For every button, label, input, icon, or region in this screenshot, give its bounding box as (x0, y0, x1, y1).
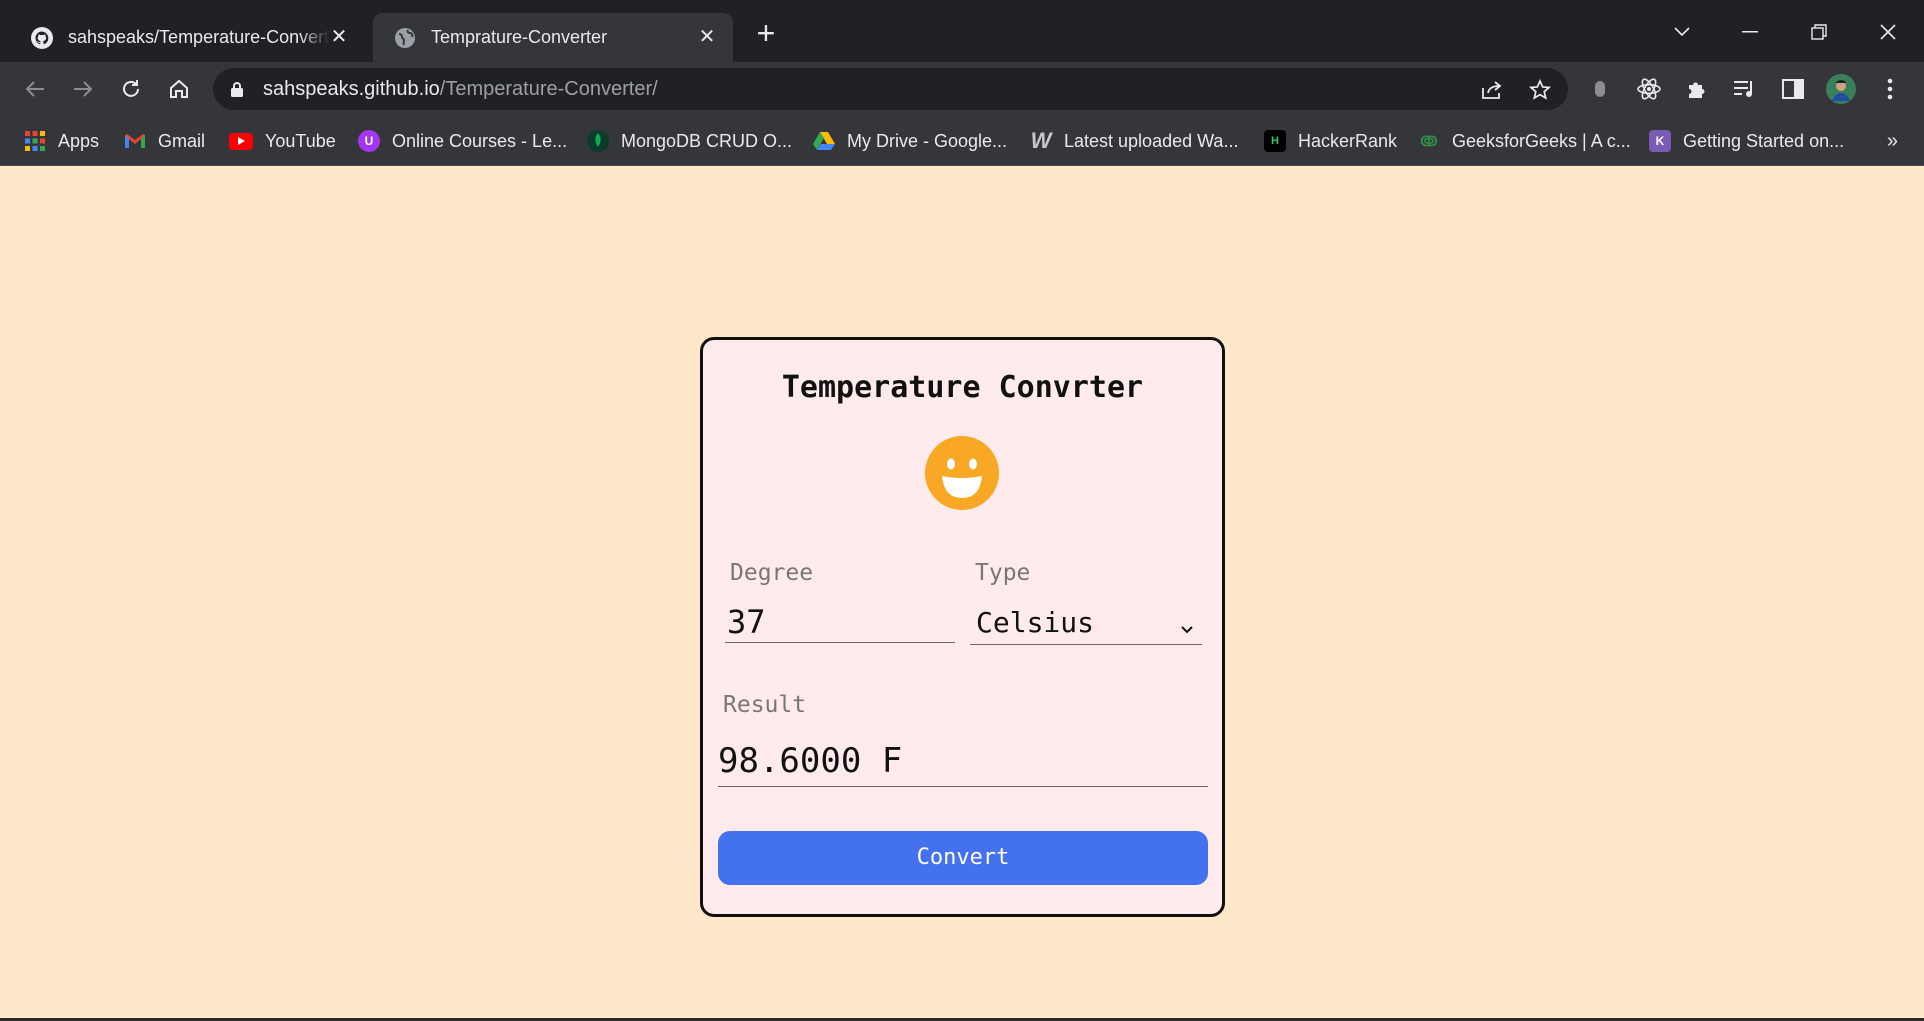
bookmark-label: My Drive - Google... (847, 130, 1008, 151)
media-controls-icon[interactable] (1730, 74, 1760, 104)
github-icon (30, 26, 54, 50)
minimize-button[interactable] (1730, 14, 1770, 50)
new-tab-button[interactable]: + (752, 17, 780, 49)
close-window-button[interactable] (1868, 14, 1908, 50)
smiling-face-icon (925, 436, 999, 514)
bookmark-apps[interactable]: Apps (24, 126, 99, 156)
browser-titlebar: sahspeaks/Temperature-Converter ✕ Tempra… (0, 0, 1924, 62)
browser-toolbar: sahspeaks.github.io/Temperature-Converte… (0, 62, 1924, 116)
tab-search-icon[interactable] (1662, 14, 1702, 50)
avatar[interactable] (1826, 74, 1856, 104)
bookmark-youtube[interactable]: YouTube (229, 126, 336, 156)
bookmark-label: Online Courses - Le... (392, 130, 568, 151)
tab-github-repo[interactable]: sahspeaks/Temperature-Converter ✕ (10, 13, 365, 62)
globe-icon (393, 26, 417, 50)
bookmark-label: MongoDB CRUD O... (621, 130, 793, 151)
bookmark-star-icon[interactable] (1528, 78, 1552, 102)
gmail-icon (124, 130, 146, 152)
google-drive-icon (813, 130, 835, 152)
lock-icon[interactable] (230, 81, 244, 102)
extension-icon[interactable] (1585, 74, 1615, 104)
bookmark-label: Apps (58, 130, 100, 151)
bookmark-label: HackerRank (1298, 130, 1398, 151)
result-field: 98.6000 F (718, 735, 1208, 787)
bookmark-label: Getting Started on... (1683, 130, 1845, 151)
apps-grid-icon (24, 130, 46, 152)
url-text[interactable]: sahspeaks.github.io/Temperature-Converte… (263, 78, 658, 101)
bookmark-getting-started[interactable]: K Getting Started on... (1649, 126, 1844, 156)
degree-label: Degree (730, 560, 814, 586)
reload-button[interactable] (116, 74, 146, 104)
browser-menu-icon[interactable] (1875, 74, 1905, 104)
tab-title: Temprature-Converter (431, 27, 608, 47)
home-button[interactable] (164, 74, 194, 104)
react-devtools-icon[interactable] (1634, 74, 1664, 104)
bookmark-label: YouTube (265, 130, 336, 151)
bookmark-hackerrank[interactable]: H HackerRank (1264, 126, 1397, 156)
geeksforgeeks-icon: ↂ (1420, 132, 1438, 149)
converter-card: Temperature Convrter Degree 37 Type Cels… (700, 337, 1225, 917)
convert-button[interactable]: Convert (718, 831, 1208, 885)
youtube-icon (229, 132, 253, 150)
restore-button[interactable] (1799, 14, 1839, 50)
address-bar[interactable]: sahspeaks.github.io/Temperature-Converte… (213, 68, 1568, 110)
chevron-down-icon (1180, 611, 1194, 655)
bookmark-geeksforgeeks[interactable]: ↂ GeeksforGeeks | A c... (1418, 126, 1631, 156)
back-button[interactable] (20, 74, 50, 104)
tab-title: sahspeaks/Temperature-Converter (68, 27, 330, 47)
udemy-icon: U (358, 130, 380, 152)
mongodb-icon (587, 130, 609, 152)
bookmark-mongodb[interactable]: MongoDB CRUD O... (587, 126, 792, 156)
bookmark-label: Gmail (158, 130, 206, 151)
bookmark-online-courses[interactable]: U Online Courses - Le... (358, 126, 567, 156)
type-label: Type (975, 560, 1031, 586)
hackerrank-icon: H (1264, 130, 1286, 152)
close-tab-icon[interactable]: ✕ (327, 25, 351, 49)
bookmark-label: GeeksforGeeks | A c... (1452, 130, 1631, 151)
bookmarks-bar: Apps Gmail YouTube U Online Courses - Le… (0, 116, 1924, 166)
share-icon[interactable] (1480, 78, 1504, 102)
bookmark-label: Latest uploaded Wa... (1064, 130, 1239, 151)
forward-button[interactable] (68, 74, 98, 104)
w-icon: W (1030, 128, 1052, 153)
result-label: Result (723, 692, 807, 718)
bookmark-google-drive[interactable]: My Drive - Google... (813, 126, 1007, 156)
bookmarks-overflow-button[interactable]: » (1887, 130, 1898, 153)
type-select[interactable]: Celsius (970, 601, 1202, 645)
heroku-icon: K (1649, 130, 1671, 152)
extensions-puzzle-icon[interactable] (1682, 74, 1712, 104)
bookmark-gmail[interactable]: Gmail (124, 126, 205, 156)
bookmark-latest-uploaded[interactable]: W Latest uploaded Wa... (1030, 126, 1239, 156)
page-title: Temperature Convrter (781, 370, 1144, 405)
side-panel-icon[interactable] (1778, 74, 1808, 104)
tab-temperature-converter[interactable]: Temprature-Converter ✕ (373, 13, 733, 62)
type-selected-value: Celsius (976, 606, 1095, 639)
degree-input[interactable]: 37 (725, 601, 955, 643)
close-tab-icon[interactable]: ✕ (695, 25, 719, 49)
